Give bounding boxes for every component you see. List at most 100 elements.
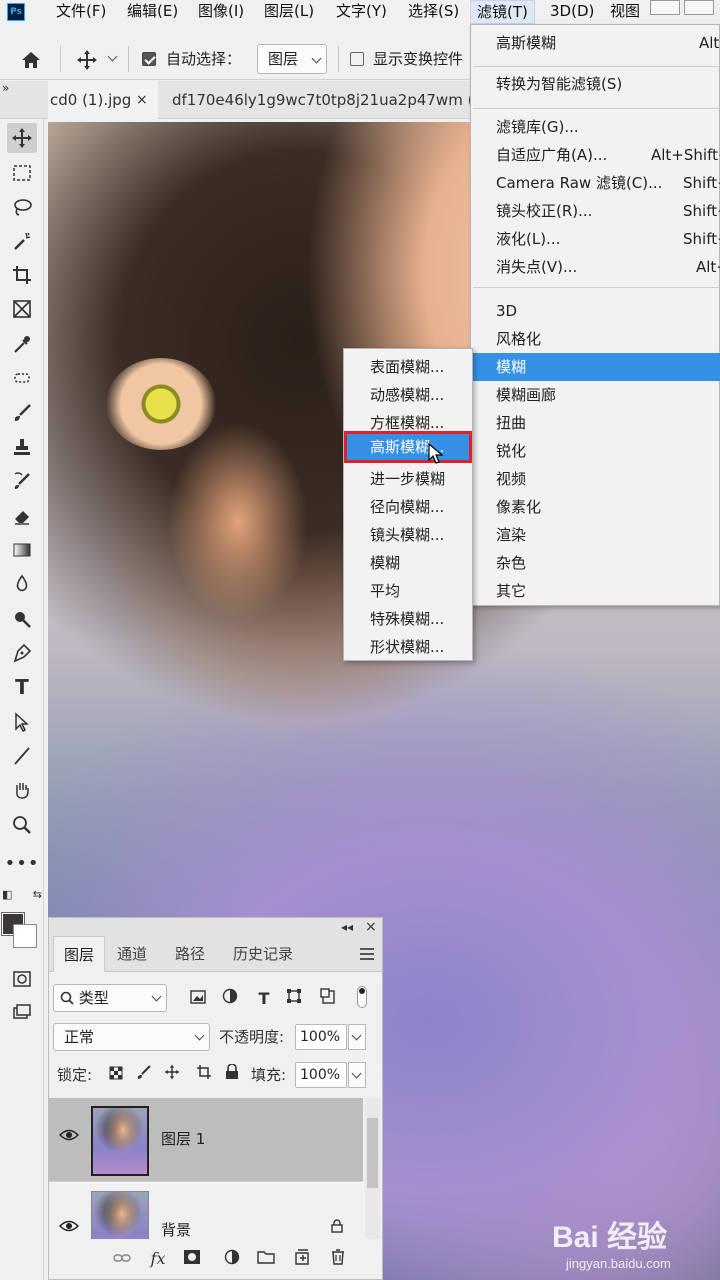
panel-menu-icon[interactable] [360, 948, 374, 960]
tab-channels[interactable]: 通道 [107, 936, 157, 972]
menu-item-surface-blur[interactable]: 表面模糊... [344, 353, 472, 381]
menu-item-sharpen[interactable]: 锐化 [471, 437, 720, 465]
auto-select-checkbox[interactable] [142, 38, 156, 80]
zoom-tool-icon[interactable] [7, 810, 37, 840]
menu-item-shape-blur[interactable]: 形状模糊... [344, 633, 472, 661]
menu-item-other[interactable]: 其它 [471, 577, 720, 605]
menu-item-adaptive-wide-angle[interactable]: 自适应广角(A)... Alt+Shift+ [471, 141, 720, 169]
maximize-button[interactable] [684, 0, 714, 15]
gradient-tool-icon[interactable] [7, 535, 37, 565]
path-selection-tool-icon[interactable] [7, 707, 37, 737]
panel-close-icon[interactable]: × [365, 918, 377, 936]
menu-image[interactable]: 图像(I) [196, 0, 246, 24]
default-colors-icon[interactable]: ◧ [2, 888, 12, 901]
tab-paths[interactable]: 路径 [165, 936, 215, 972]
menu-item-last-filter[interactable]: 高斯模糊 Alt [471, 29, 720, 57]
menu-item-blur[interactable]: 模糊 [344, 549, 472, 577]
tab-document-2[interactable]: df170e46ly1g9wc7t0tp8j21ua2p47wm (1 [172, 81, 472, 119]
lasso-tool-icon[interactable] [7, 192, 37, 222]
trash-icon[interactable] [327, 1249, 349, 1270]
swap-colors-icon[interactable]: ◧ ⇆ [2, 883, 42, 905]
menu-item-3d[interactable]: 3D [471, 297, 720, 325]
shape-filter-icon[interactable] [283, 988, 305, 1010]
healing-brush-tool-icon[interactable] [7, 363, 37, 393]
panel-collapse-icon[interactable]: ◂◂ [341, 918, 353, 936]
layer-row[interactable]: 背景 [49, 1183, 363, 1243]
menu-item-blur-more[interactable]: 进一步模糊 [344, 465, 472, 493]
hand-tool-icon[interactable] [7, 775, 37, 805]
eraser-tool-icon[interactable] [7, 501, 37, 531]
move-tool-preset-icon[interactable] [76, 38, 118, 80]
menu-item-convert-smart-filter[interactable]: 转换为智能滤镜(S) [471, 70, 720, 98]
layer-name[interactable]: 背景 [161, 1219, 191, 1240]
adjustment-filter-icon[interactable] [219, 988, 241, 1010]
tab-close-icon[interactable]: × [136, 81, 148, 119]
panel-collapse-icon[interactable]: » [0, 81, 48, 119]
show-transform-checkbox[interactable] [350, 38, 364, 80]
blend-mode-dropdown[interactable]: 正常 [53, 1023, 210, 1051]
fill-dropdown-button[interactable] [348, 1062, 366, 1088]
layer-row[interactable]: 图层 1 [49, 1098, 363, 1182]
type-filter-icon[interactable]: T [253, 988, 275, 1010]
crop-tool-icon[interactable] [7, 260, 37, 290]
lock-artboard-icon[interactable] [193, 1064, 215, 1086]
menu-filter[interactable]: 滤镜(T) [470, 0, 535, 24]
menu-item-lens-correction[interactable]: 镜头校正(R)... Shift+ [471, 197, 720, 225]
pen-tool-icon[interactable] [7, 638, 37, 668]
more-tools-icon[interactable]: ••• [5, 848, 39, 878]
menu-view[interactable]: 视图 [608, 0, 642, 24]
layer-name[interactable]: 图层 1 [161, 1128, 205, 1149]
dodge-tool-icon[interactable] [7, 604, 37, 634]
smart-object-filter-icon[interactable] [317, 988, 339, 1010]
scrollbar-thumb[interactable] [367, 1118, 378, 1188]
menu-item-distort[interactable]: 扭曲 [471, 409, 720, 437]
add-mask-icon[interactable] [181, 1249, 203, 1269]
line-tool-icon[interactable] [7, 741, 37, 771]
eyedropper-tool-icon[interactable] [7, 329, 37, 359]
opacity-dropdown-button[interactable] [348, 1024, 366, 1050]
tab-layers[interactable]: 图层 [53, 936, 106, 972]
marquee-tool-icon[interactable] [7, 158, 37, 188]
filter-toggle-switch[interactable] [357, 986, 367, 1008]
menu-item-lens-blur[interactable]: 镜头模糊... [344, 521, 472, 549]
menu-file[interactable]: 文件(F) [54, 0, 108, 24]
screen-mode-icon[interactable] [7, 998, 37, 1028]
menu-item-camera-raw[interactable]: Camera Raw 滤镜(C)... Shift+ [471, 169, 720, 197]
lock-position-icon[interactable] [161, 1064, 183, 1086]
layer-style-fx-icon[interactable]: fx [147, 1249, 169, 1269]
new-group-folder-icon[interactable] [255, 1249, 277, 1269]
menu-item-pixelate[interactable]: 像素化 [471, 493, 720, 521]
menu-item-motion-blur[interactable]: 动感模糊... [344, 381, 472, 409]
blur-tool-icon[interactable] [7, 569, 37, 599]
menu-item-vanishing-point[interactable]: 消失点(V)... Alt+ [471, 253, 720, 281]
menu-item-render[interactable]: 渲染 [471, 521, 720, 549]
pixel-filter-icon[interactable] [187, 988, 209, 1010]
menu-layer[interactable]: 图层(L) [262, 0, 316, 24]
auto-select-target-dropdown[interactable]: 图层 [257, 44, 327, 74]
menu-item-stylize[interactable]: 风格化 [471, 325, 720, 353]
quick-selection-tool-icon[interactable] [7, 226, 37, 256]
menu-type[interactable]: 文字(Y) [334, 0, 389, 24]
menu-item-liquify[interactable]: 液化(L)... Shift+ [471, 225, 720, 253]
opacity-input[interactable]: 100% [295, 1024, 347, 1050]
menu-item-smart-blur[interactable]: 特殊模糊... [344, 605, 472, 633]
clone-stamp-tool-icon[interactable] [7, 432, 37, 462]
menu-3d[interactable]: 3D(D) [548, 0, 596, 24]
fill-input[interactable]: 100% [295, 1062, 347, 1088]
menu-item-radial-blur[interactable]: 径向模糊... [344, 493, 472, 521]
quick-mask-icon[interactable] [7, 964, 37, 994]
tab-history[interactable]: 历史记录 [223, 936, 303, 972]
home-icon[interactable] [20, 38, 42, 80]
adjustment-layer-icon[interactable] [221, 1249, 243, 1270]
history-brush-tool-icon[interactable] [7, 466, 37, 496]
type-tool-icon[interactable]: T [7, 672, 37, 702]
menu-edit[interactable]: 编辑(E) [125, 0, 180, 24]
background-color-swatch[interactable] [14, 925, 36, 947]
lock-all-icon[interactable] [221, 1063, 243, 1086]
eye-icon[interactable] [59, 1219, 79, 1237]
frame-tool-icon[interactable] [7, 294, 37, 324]
new-layer-icon[interactable] [291, 1249, 313, 1270]
layer-filter-dropdown[interactable]: 类型 [53, 984, 167, 1012]
menu-item-video[interactable]: 视频 [471, 465, 720, 493]
menu-item-filter-gallery[interactable]: 滤镜库(G)... [471, 113, 720, 141]
